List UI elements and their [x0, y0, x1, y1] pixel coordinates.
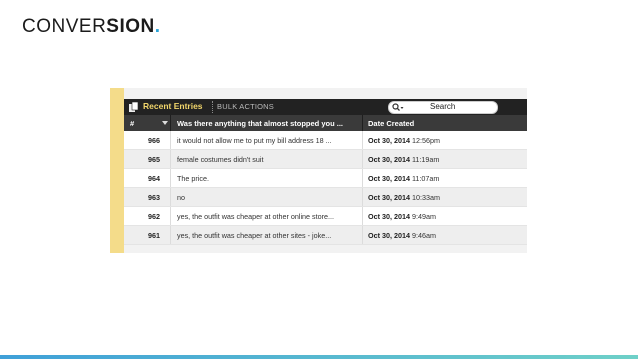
entry-number: 965: [148, 155, 160, 164]
footer-accent-line: [0, 355, 638, 359]
table-row[interactable]: 961 yes, the outfit was cheaper at other…: [124, 226, 527, 245]
entry-answer: female costumes didn't suit: [177, 155, 264, 164]
documents-icon: [129, 102, 139, 112]
brand-logo-dot: .: [154, 16, 161, 37]
entry-number: 962: [148, 212, 160, 221]
cell-divider: [170, 188, 171, 206]
cell-divider: [170, 226, 171, 244]
sort-arrow-icon[interactable]: [162, 121, 168, 125]
entry-number: 961: [148, 231, 160, 240]
brand-logo-part2: SION: [106, 16, 155, 37]
brand-logo: CONVERSION.: [22, 16, 161, 38]
entry-date-cell: Oct 30, 2014 9:49am: [368, 212, 436, 221]
entry-date: Oct 30, 2014: [368, 155, 410, 164]
entry-answer: yes, the outfit was cheaper at other onl…: [177, 212, 335, 221]
entry-answer: it would not allow me to put my bill add…: [177, 136, 332, 145]
entry-answer: yes, the outfit was cheaper at other sit…: [177, 231, 332, 240]
entry-date: Oct 30, 2014: [368, 174, 410, 183]
column-header-date[interactable]: Date Created: [368, 119, 414, 128]
cell-divider: [170, 150, 171, 168]
entry-time: 12:56pm: [411, 136, 440, 145]
entry-date-cell: Oct 30, 2014 10:33am: [368, 193, 440, 202]
column-header-num[interactable]: #: [130, 119, 134, 128]
brand-logo-part1: CONVER: [22, 16, 107, 37]
cell-divider: [170, 169, 171, 187]
entry-number: 966: [148, 136, 160, 145]
entry-time: 11:07am: [411, 174, 440, 183]
table-row[interactable]: 963 no Oct 30, 2014 10:33am: [124, 188, 527, 207]
table-row[interactable]: 962 yes, the outfit was cheaper at other…: [124, 207, 527, 226]
entry-answer: The price.: [177, 174, 209, 183]
column-header-question[interactable]: Was there anything that almost stopped y…: [177, 119, 343, 128]
entry-date-cell: Oct 30, 2014 11:07am: [368, 174, 439, 183]
table-row[interactable]: 966 it would not allow me to put my bill…: [124, 131, 527, 150]
cell-divider: [170, 207, 171, 225]
entries-panel: Recent Entries BULK ACTIONS Search # Was…: [110, 88, 527, 253]
table-header: # Was there anything that almost stopped…: [124, 115, 527, 131]
entry-date: Oct 30, 2014: [368, 212, 410, 221]
cell-divider: [362, 131, 363, 149]
cell-divider: [362, 188, 363, 206]
cell-divider: [362, 207, 363, 225]
entry-number: 963: [148, 193, 160, 202]
entry-time: 10:33am: [411, 193, 440, 202]
entry-time: 9:49am: [411, 212, 436, 221]
column-divider: [170, 115, 171, 131]
entry-time: 9:46am: [411, 231, 436, 240]
cell-divider: [362, 150, 363, 168]
side-accent-bar: [110, 88, 124, 253]
entry-date-cell: Oct 30, 2014 12:56pm: [368, 136, 440, 145]
cell-divider: [362, 226, 363, 244]
column-divider: [362, 115, 363, 131]
cell-divider: [362, 169, 363, 187]
table-row[interactable]: 964 The price. Oct 30, 2014 11:07am: [124, 169, 527, 188]
entry-date-cell: Oct 30, 2014 11:19am: [368, 155, 439, 164]
recent-entries-title[interactable]: Recent Entries: [143, 101, 203, 111]
panel-toolbar: Recent Entries BULK ACTIONS Search: [124, 99, 527, 115]
table-row[interactable]: 965 female costumes didn't suit Oct 30, …: [124, 150, 527, 169]
entry-time: 11:19am: [411, 155, 440, 164]
bulk-actions-link[interactable]: BULK ACTIONS: [217, 102, 274, 111]
entry-answer: no: [177, 193, 185, 202]
entry-date: Oct 30, 2014: [368, 193, 410, 202]
search-box[interactable]: Search: [388, 101, 498, 114]
entry-date: Oct 30, 2014: [368, 231, 410, 240]
entry-number: 964: [148, 174, 160, 183]
entry-date-cell: Oct 30, 2014 9:46am: [368, 231, 436, 240]
cell-divider: [170, 131, 171, 149]
toolbar-divider: [212, 101, 213, 113]
table-body: 966 it would not allow me to put my bill…: [124, 131, 527, 245]
search-input[interactable]: Search: [430, 102, 455, 111]
search-icon: [392, 103, 404, 111]
entry-date: Oct 30, 2014: [368, 136, 410, 145]
